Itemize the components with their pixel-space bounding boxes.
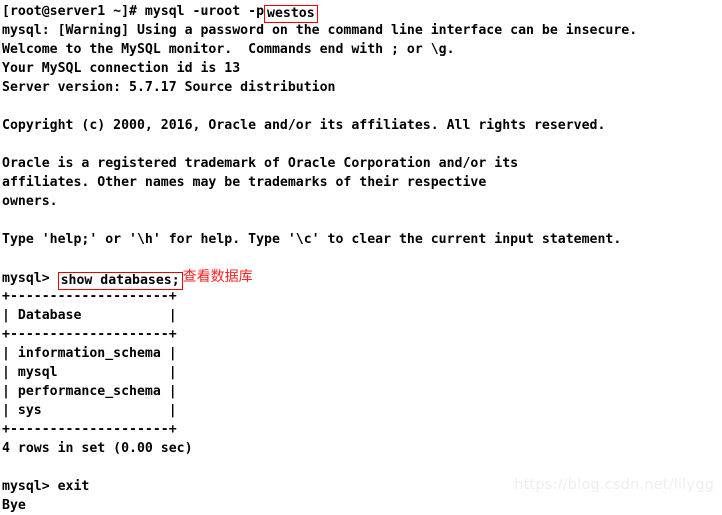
result-table-row: | information_schema | (2, 346, 177, 361)
result-table-row: | sys | (2, 403, 177, 418)
result-table-header-row: | Database | (2, 308, 177, 323)
result-row-count: 4 rows in set (0.00 sec) (2, 441, 193, 456)
terminal-line-welcome: Welcome to the MySQL monitor. Commands e… (2, 42, 455, 57)
terminal-line-copyright: Copyright (c) 2000, 2016, Oracle and/or … (2, 118, 606, 133)
mysql-prompt: mysql> (2, 271, 58, 286)
mysql-prompt: mysql> (2, 479, 58, 494)
result-table-bottom-border: +--------------------+ (2, 422, 177, 437)
terminal-line-connection-id: Your MySQL connection id is 13 (2, 61, 241, 76)
terminal-line-warning: mysql: [Warning] Using a password on the… (2, 23, 638, 38)
result-table-row: | mysql | (2, 365, 177, 380)
terminal-window[interactable]: [root@server1 ~]# mysql -uroot -p westos … (0, 0, 722, 513)
result-table-row: | performance_schema | (2, 384, 177, 399)
shell-prompt-and-command: [root@server1 ~]# mysql -uroot -p (2, 4, 265, 19)
result-table-top-border: +--------------------+ (2, 289, 177, 304)
result-table-header-separator: +--------------------+ (2, 327, 177, 342)
terminal-line-trademark-1: Oracle is a registered trademark of Orac… (2, 156, 519, 171)
terminal-line-bye: Bye (2, 498, 26, 513)
terminal-line-trademark-3: owners. (2, 194, 58, 209)
terminal-line-server-version: Server version: 5.7.17 Source distributi… (2, 80, 336, 95)
terminal-line-shell-command: [root@server1 ~]# mysql -uroot -p westos (2, 2, 722, 23)
exit-command: exit (57, 479, 90, 494)
terminal-line-trademark-2: affiliates. Other names may be trademark… (2, 175, 487, 190)
terminal-line-help-hint: Type 'help;' or '\h' for help. Type '\c'… (2, 232, 622, 247)
terminal-line-mysql-command: mysql> show databases; 查看数据库 (2, 268, 722, 290)
terminal-line-exit-command: mysql> exit (2, 477, 722, 496)
chinese-annotation-show-databases: 查看数据库 (182, 269, 253, 285)
